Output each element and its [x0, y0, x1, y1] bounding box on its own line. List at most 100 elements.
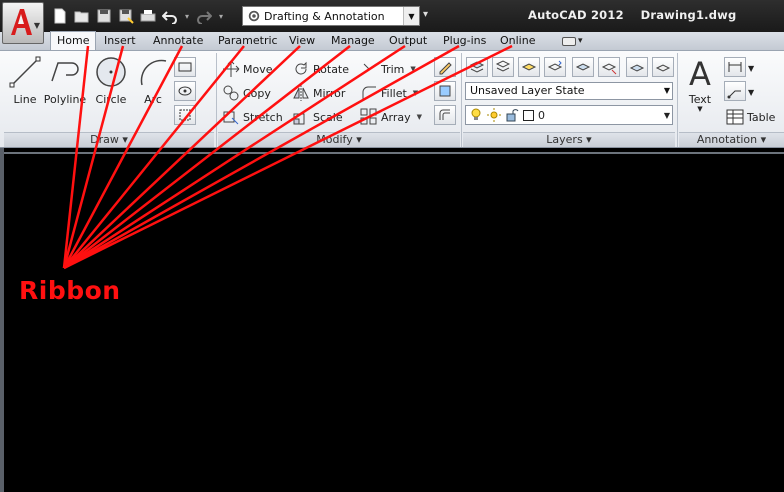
layer-state-button[interactable] — [492, 57, 514, 77]
copy-icon — [223, 85, 239, 101]
dimension-button[interactable] — [724, 57, 746, 77]
chevron-down-icon: ▼ — [663, 86, 670, 95]
gear-icon — [248, 10, 260, 22]
new-icon[interactable] — [50, 6, 70, 26]
fillet-tool[interactable]: Fillet ▼ — [360, 83, 418, 103]
stretch-tool[interactable]: Stretch — [222, 107, 283, 127]
quick-access-toolbar: ▾ ▾ — [50, 6, 226, 26]
panel-divider — [677, 53, 678, 147]
undo-icon[interactable] — [160, 6, 180, 26]
erase-button[interactable] — [434, 57, 456, 77]
scale-tool[interactable]: Scale — [292, 107, 343, 127]
layer-previous-button[interactable] — [544, 57, 566, 77]
panel-divider — [461, 53, 462, 147]
layer-unisolate-button[interactable] — [598, 57, 620, 77]
rectangle-button[interactable] — [174, 57, 196, 77]
layer-match-icon — [521, 63, 537, 71]
circle-label: Circle — [95, 93, 127, 106]
layer-properties-button[interactable] — [466, 57, 488, 77]
autocad-logo-icon — [11, 9, 32, 35]
customize-qat-icon[interactable]: ▾ — [423, 9, 428, 20]
polyline-tool[interactable]: Polyline — [42, 55, 88, 107]
workspace-selector[interactable]: Drafting & Annotation ▼ — [242, 6, 420, 26]
arc-label: Arc — [144, 93, 162, 106]
layer-isolate-button[interactable] — [572, 57, 594, 77]
sun-icon — [487, 108, 501, 122]
array-tool[interactable]: Array ▼ — [360, 107, 422, 127]
ellipse-icon — [178, 86, 192, 96]
save-as-icon[interactable] — [116, 6, 136, 26]
layer-match-button[interactable] — [518, 57, 540, 77]
application-menu-button[interactable]: ▼ — [2, 2, 44, 44]
layer-properties-icon — [469, 61, 485, 73]
table-tool[interactable]: Table — [726, 107, 775, 127]
linear-dimension-icon — [728, 62, 742, 72]
pencil-icon — [439, 62, 452, 75]
modify-panel-label[interactable]: Modify ▾ — [218, 132, 460, 147]
region-icon — [179, 109, 191, 121]
region-button[interactable] — [174, 105, 196, 125]
unlock-icon — [506, 109, 519, 122]
tab-view[interactable]: View — [283, 32, 321, 50]
offset-icon — [439, 109, 450, 120]
line-icon — [9, 56, 41, 88]
redo-icon[interactable] — [194, 6, 214, 26]
tab-insert[interactable]: Insert — [98, 32, 142, 50]
ribbon-minimize-button[interactable]: ▾ — [562, 35, 586, 47]
mirror-tool[interactable]: Mirror — [292, 83, 345, 103]
panel-divider — [216, 53, 217, 147]
chevron-down-icon: ▼ — [33, 21, 40, 30]
array-icon — [360, 108, 377, 125]
tab-home[interactable]: Home — [50, 31, 97, 51]
layer-freeze-button[interactable] — [626, 57, 648, 77]
layer-off-button[interactable] — [652, 57, 674, 77]
ribbon: Line Polyline Circle Arc Draw ▾ Move Rot… — [0, 50, 784, 148]
rotate-tool[interactable]: Rotate — [292, 59, 349, 79]
explode-icon — [439, 85, 451, 97]
trim-tool[interactable]: Trim ▼ — [360, 59, 416, 79]
tab-annotate[interactable]: Annotate — [147, 32, 209, 50]
tab-parametric[interactable]: Parametric — [212, 32, 284, 50]
tab-manage[interactable]: Manage — [325, 32, 381, 50]
copy-tool[interactable]: Copy — [222, 83, 271, 103]
draw-panel-label[interactable]: Draw ▾ — [4, 132, 214, 147]
workspace-label: Drafting & Annotation — [264, 9, 385, 23]
tab-plugins[interactable]: Plug-ins — [437, 32, 492, 50]
lightbulb-icon — [471, 108, 481, 120]
plot-icon[interactable] — [138, 6, 158, 26]
open-icon[interactable] — [72, 6, 92, 26]
layer-dropdown[interactable]: 0 ▼ — [465, 105, 673, 125]
text-icon: A — [689, 55, 711, 89]
hatch-button[interactable] — [174, 81, 196, 101]
chevron-down-icon[interactable]: ▼ — [748, 82, 754, 102]
circle-tool[interactable]: Circle — [88, 55, 134, 107]
offset-button[interactable] — [434, 105, 456, 125]
text-tool[interactable]: A Text ▼ — [680, 55, 720, 113]
move-tool[interactable]: Move — [222, 59, 273, 79]
redo-dropdown-icon[interactable]: ▾ — [216, 12, 226, 21]
chevron-down-icon[interactable]: ▼ — [748, 58, 754, 78]
layer-state-dropdown[interactable]: Unsaved Layer State ▼ — [465, 82, 673, 100]
undo-dropdown-icon[interactable]: ▾ — [182, 12, 192, 21]
chevron-down-icon: ▼ — [663, 111, 670, 120]
tab-output[interactable]: Output — [383, 32, 433, 50]
layers-panel-label[interactable]: Layers ▾ — [463, 132, 675, 147]
svg-text:A: A — [689, 55, 711, 89]
annotation-panel-label[interactable]: Annotation ▾ — [679, 132, 784, 147]
tab-online[interactable]: Online — [494, 32, 541, 50]
explode-button[interactable] — [434, 81, 456, 101]
chevron-down-icon[interactable]: ▼ — [403, 7, 419, 25]
save-icon[interactable] — [94, 6, 114, 26]
scale-icon — [293, 113, 305, 125]
polyline-label: Polyline — [43, 93, 87, 106]
layers-icon — [495, 60, 511, 72]
table-icon — [726, 109, 744, 125]
layer-previous-icon — [547, 60, 563, 71]
layer-isolate-icon — [575, 63, 591, 71]
layer-unisolate-icon — [601, 63, 617, 75]
drawing-canvas[interactable] — [4, 152, 784, 492]
window-title: AutoCAD 2012 Drawing1.dwg — [528, 8, 737, 22]
arc-tool[interactable]: Arc — [130, 55, 176, 107]
leader-button[interactable] — [724, 81, 746, 101]
trim-icon — [361, 63, 377, 75]
